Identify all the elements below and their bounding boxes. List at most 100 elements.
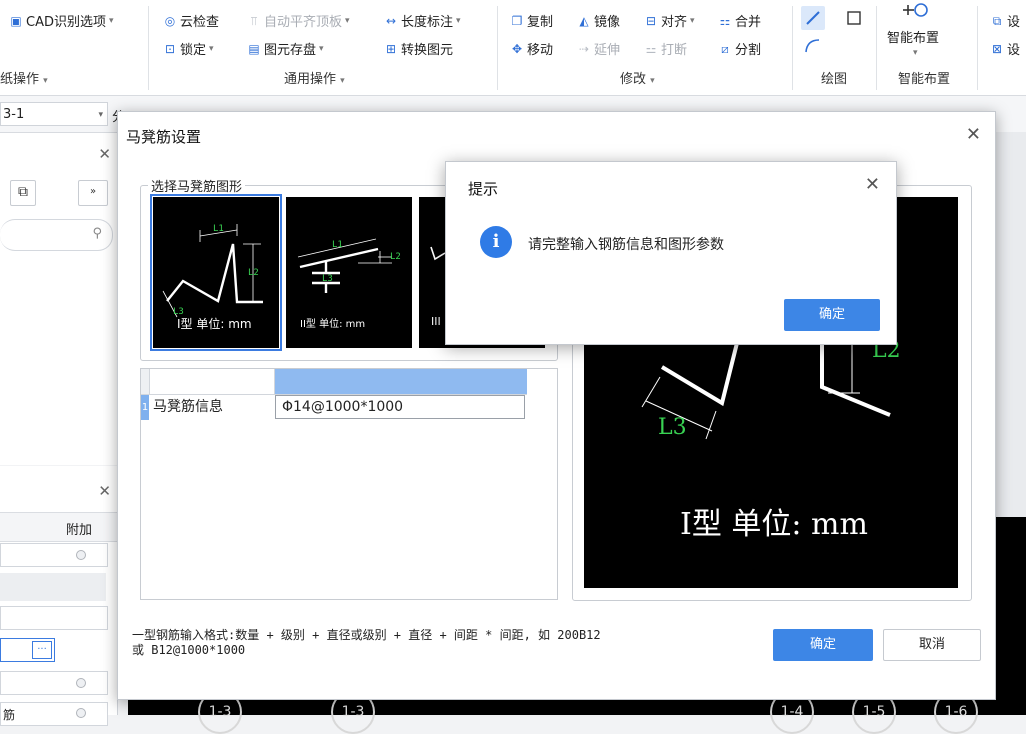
dialog-cancel-button[interactable]: 取消 (883, 629, 981, 661)
extend-button[interactable]: ⇢ 延伸 (577, 39, 620, 59)
settings-button-1[interactable]: ⧉ 设 (990, 11, 1020, 31)
panel-expand-button[interactable]: » (78, 180, 108, 206)
move-icon: ✥ (511, 41, 523, 56)
close-icon[interactable]: ✕ (865, 174, 880, 195)
prompt-ok-button[interactable]: 确定 (784, 299, 880, 331)
table-corner (141, 369, 150, 395)
group-drawing-ops-label[interactable]: 纸操作 ▾ (0, 68, 48, 87)
move-button[interactable]: ✥ 移动 (510, 39, 553, 59)
extend-icon: ⇢ (578, 41, 590, 56)
shape-thumb-type-2[interactable]: L1 L2 L3 II型 单位: mm (286, 197, 412, 348)
group-common-ops-label[interactable]: 通用操作 ▾ (284, 68, 345, 87)
copy-button[interactable]: ❐ 复制 (510, 11, 553, 31)
prompt-dialog: 提示 ✕ i 请完整输入钢筋信息和图形参数 确定 (445, 161, 897, 345)
window-icon: ⧉ (18, 184, 28, 200)
panel-search-input[interactable]: ⚲ (0, 219, 113, 251)
property-value-field[interactable] (0, 606, 108, 630)
thumb-caption: I型 单位: mm (177, 317, 252, 331)
property-edit-field[interactable]: ··· (0, 638, 55, 662)
merge-icon: ⚏ (719, 13, 731, 28)
prompt-title: 提示 (468, 180, 499, 198)
property-value-field[interactable]: 筋 (0, 702, 108, 726)
ellipsis-icon[interactable]: ··· (32, 641, 52, 659)
panel-tool-button[interactable]: ⧉ (10, 180, 36, 206)
draw-arc-button[interactable] (801, 34, 825, 58)
table-row-label: 马凳筋信息 (153, 399, 223, 415)
property-value-field[interactable] (0, 543, 108, 567)
close-icon[interactable]: ✕ (966, 124, 981, 145)
prompt-message: 请完整输入钢筋信息和图形参数 (528, 237, 724, 253)
preview-caption: I型 单位: mm (680, 507, 868, 542)
break-button[interactable]: ⚍ 打断 (644, 39, 687, 59)
chair-bar-info-table: 1 马凳筋信息 Φ14@1000*1000 (140, 368, 558, 600)
info-icon: i (480, 226, 512, 258)
dialog-title: 马凳筋设置 (126, 128, 202, 146)
floor-select[interactable]: 3-1 ▾ (0, 102, 108, 126)
svg-text:L2: L2 (248, 268, 259, 278)
rectangle-icon (847, 11, 861, 25)
thumb-caption: II型 单位: mm (300, 319, 366, 330)
group-smart-label: 智能布置 (898, 72, 951, 87)
left-panel-properties: ✕ 附加 ··· 筋 (0, 466, 118, 726)
row-number: 1 (141, 395, 149, 420)
draw-rect-button[interactable] (842, 6, 866, 30)
shape-thumb-type-1[interactable]: L1 L2 L3 I型 单位: mm (150, 194, 282, 351)
group-modify-label[interactable]: 修改 ▾ (620, 68, 655, 87)
chair-bar-info-value: Φ14@1000*1000 (282, 399, 404, 415)
settings-icon: ⧉ (992, 13, 1002, 28)
cad-options-button[interactable]: ▣ CAD识别选项 ▾ (9, 11, 114, 31)
smart-place-button[interactable]: 智能布置 (887, 27, 939, 46)
divider (977, 6, 978, 90)
close-icon[interactable]: ✕ (98, 145, 111, 163)
align-button[interactable]: ⊟ 对齐 ▾ (644, 11, 695, 31)
dropdown-arrow-icon: ▾ (108, 15, 114, 26)
group-draw-label: 绘图 (821, 72, 848, 87)
preview-l3-label: L3 (658, 415, 687, 440)
lock-icon: ⊡ (164, 41, 176, 56)
format-hint: 一型钢筋输入格式:数量 + 级别 + 直径或级别 + 直径 + 间距 * 间距,… (132, 628, 601, 657)
svg-text:L2: L2 (390, 252, 401, 262)
length-mark-button[interactable]: ↔ 长度标注 ▾ (384, 11, 461, 31)
cloud-check-icon: ◎ (164, 13, 176, 28)
line-icon (806, 11, 820, 25)
ribbon-toolbar: ▣ CAD识别选项 ▾ 纸操作 ▾ ◎ 云检查 ⫪ 自动平齐顶板 ▾ ↔ 长度标注 ▾ ⊡ 锁定… (0, 0, 1026, 96)
double-chevron-right-icon: » (89, 186, 97, 197)
split-button[interactable]: ⧄ 分割 (718, 39, 761, 59)
smart-place-icon-wrap (900, 0, 930, 20)
dimension-icon: ↔ (385, 13, 397, 28)
mirror-button[interactable]: ◭ 镜像 (577, 11, 620, 31)
divider (876, 6, 877, 90)
store-element-button[interactable]: ▤ 图元存盘 ▾ (247, 39, 323, 59)
table-header-cell (150, 369, 275, 395)
dialog-ok-button[interactable]: 确定 (773, 629, 873, 661)
split-icon: ⧄ (721, 41, 729, 56)
attach-radio[interactable] (76, 550, 86, 560)
property-group-row (0, 573, 106, 601)
svg-text:L3: L3 (322, 274, 333, 284)
close-icon[interactable]: ✕ (98, 482, 111, 500)
merge-button[interactable]: ⚏ 合并 (718, 11, 761, 31)
dropdown-arrow-icon: ▾ (913, 48, 918, 58)
chevron-down-icon: ▾ (98, 110, 103, 120)
lock-button[interactable]: ⊡ 锁定 ▾ (163, 39, 214, 59)
search-icon: ⚲ (92, 226, 102, 241)
left-panel-top: ✕ ⧉ » ⚲ (0, 133, 118, 465)
convert-element-button[interactable]: ⊞ 转换图元 (384, 39, 453, 59)
svg-text:L1: L1 (332, 240, 343, 250)
convert-icon: ⊞ (385, 41, 397, 56)
property-header: 附加 (0, 512, 117, 542)
property-value-field[interactable] (0, 671, 108, 695)
attach-radio[interactable] (76, 678, 86, 688)
attach-radio[interactable] (76, 708, 86, 718)
chair-bar-info-input[interactable]: Φ14@1000*1000 (275, 395, 525, 419)
divider (497, 6, 498, 90)
draw-line-button[interactable] (801, 6, 825, 30)
settings-button-2[interactable]: ⊠ 设 (990, 39, 1020, 59)
cloud-check-button[interactable]: ◎ 云检查 (163, 11, 219, 31)
svg-text:L1: L1 (213, 224, 224, 234)
canvas-side-strip (994, 132, 1026, 517)
thumb-caption: III (431, 315, 441, 328)
auto-align-top-button[interactable]: ⫪ 自动平齐顶板 ▾ (247, 11, 350, 31)
smart-place-icon (903, 3, 928, 17)
store-icon: ▤ (248, 41, 260, 56)
